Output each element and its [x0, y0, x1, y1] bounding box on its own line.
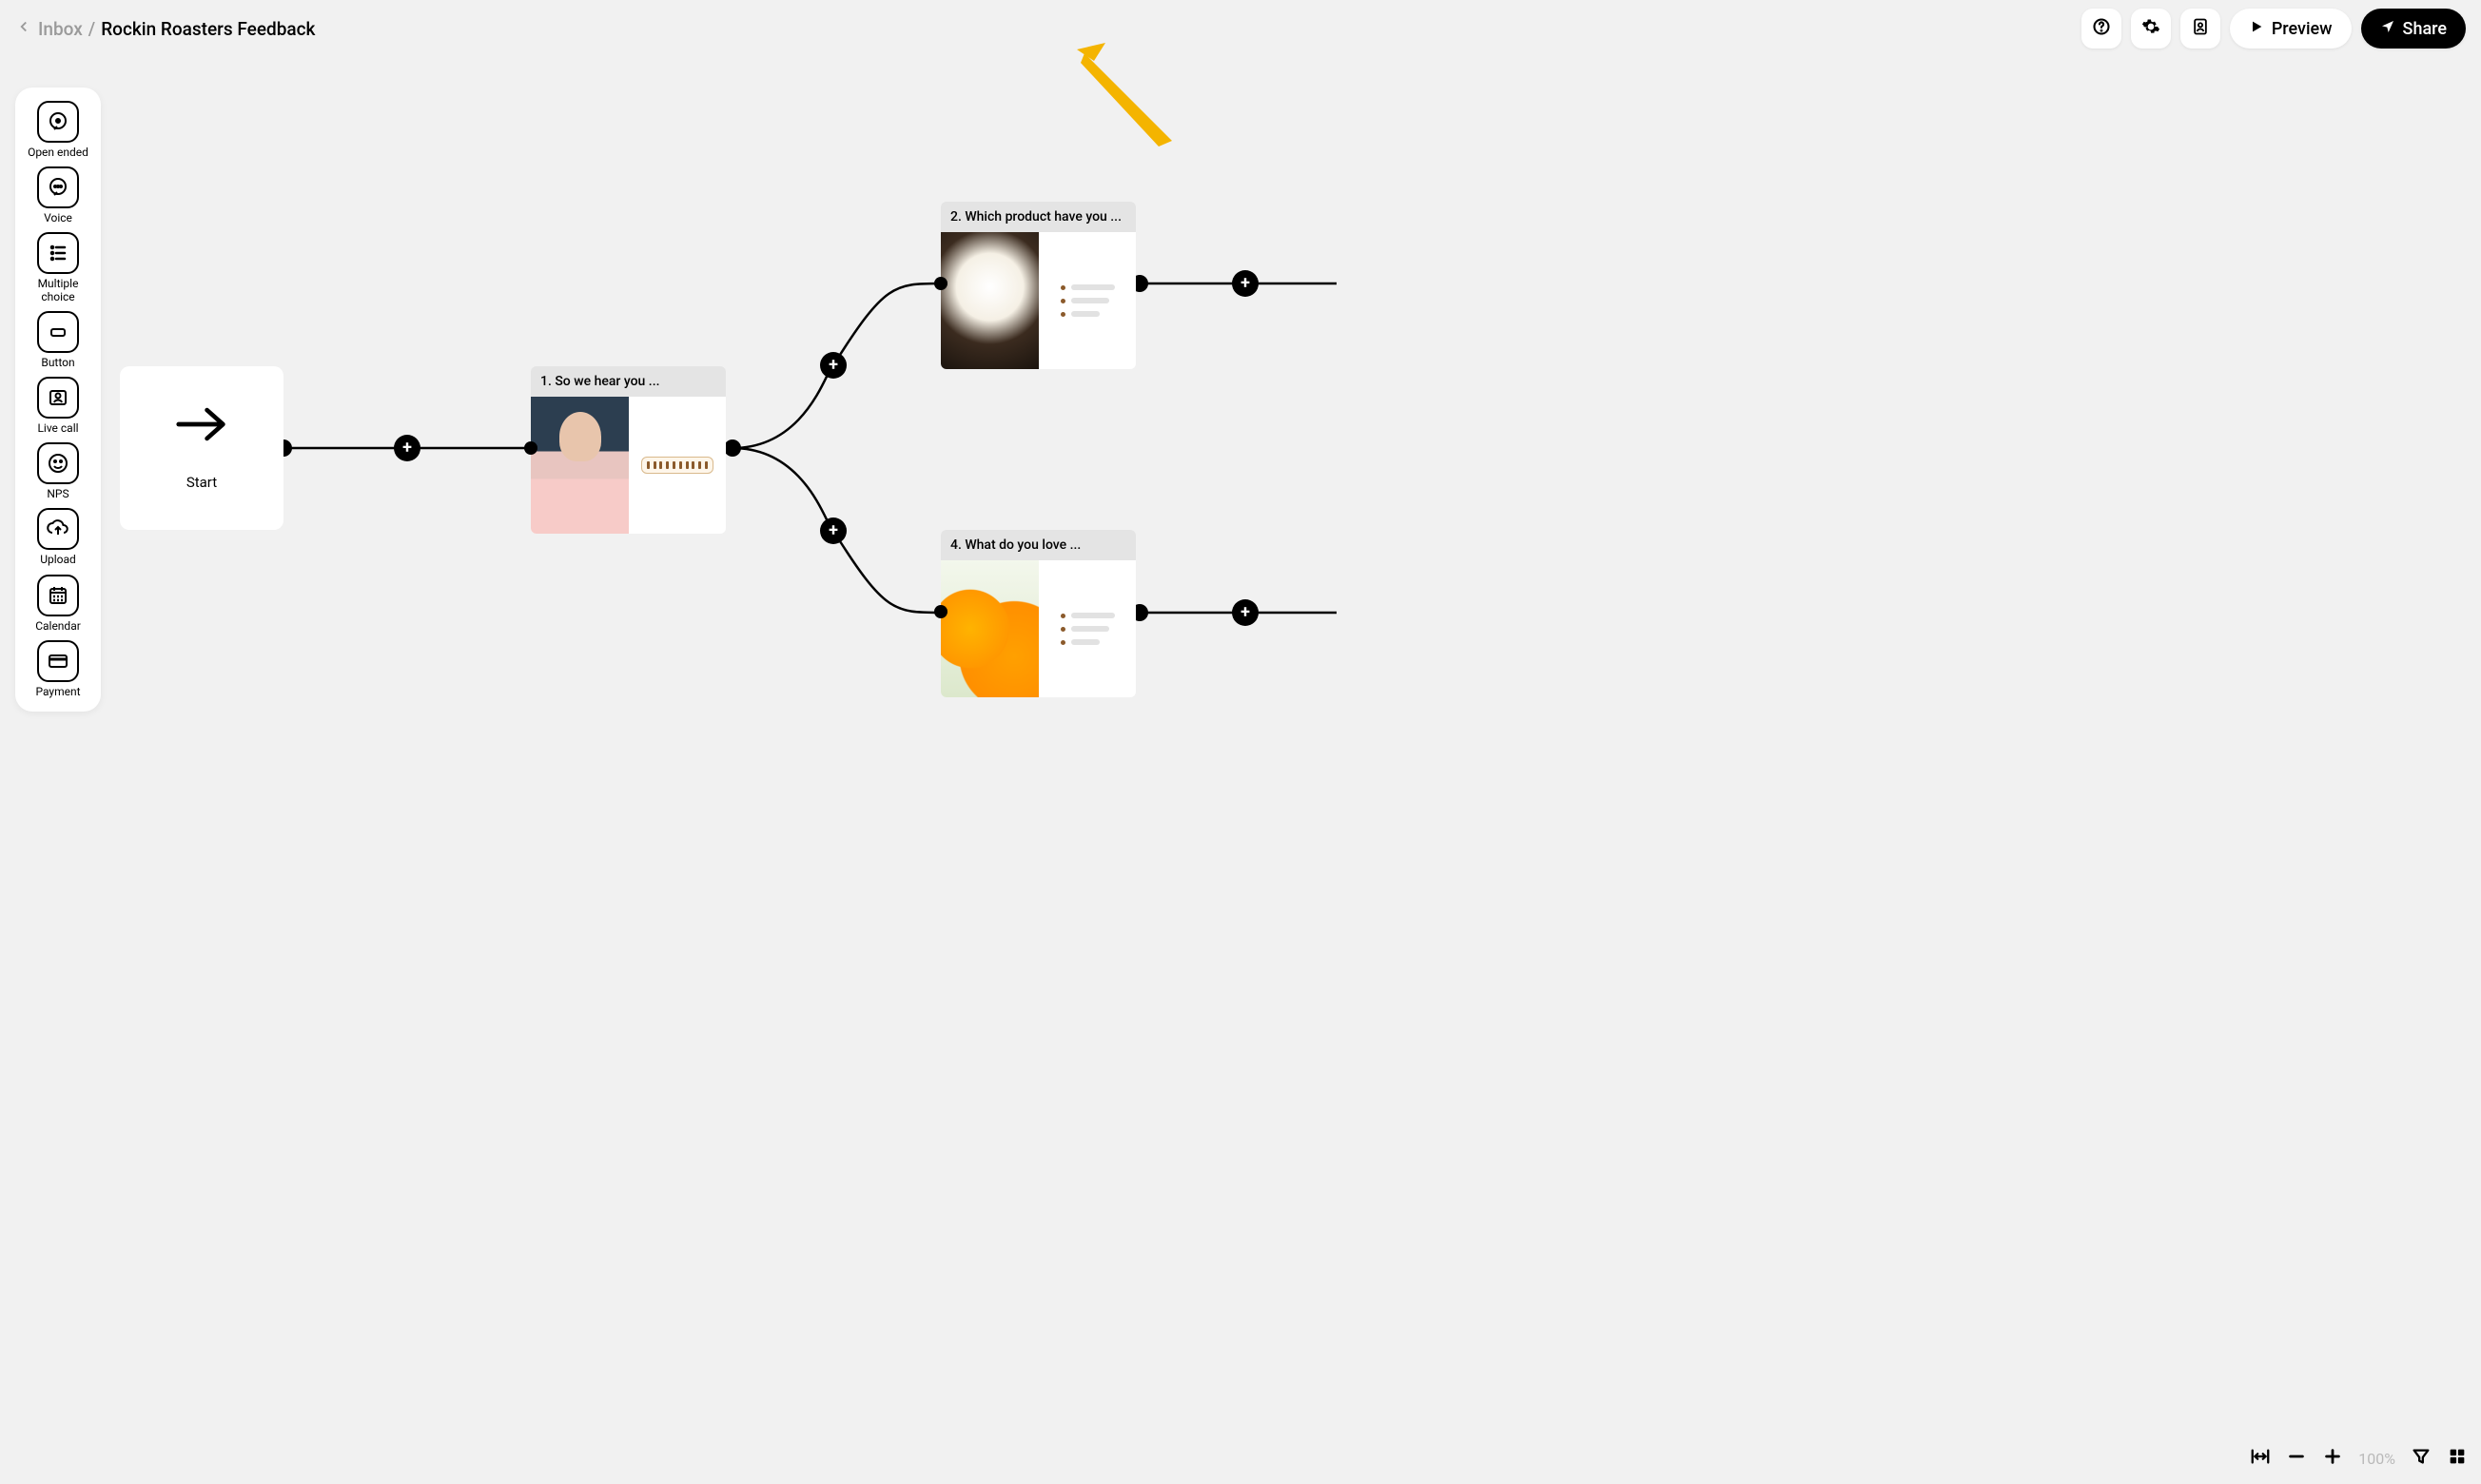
node-1[interactable]: 1. So we hear you ... — [531, 366, 726, 534]
tool-payment[interactable]: Payment — [35, 640, 80, 698]
button-icon — [37, 311, 79, 353]
page-title: Rockin Roasters Feedback — [101, 18, 315, 40]
settings-button[interactable] — [2131, 9, 2171, 49]
layout-icon — [2447, 1446, 2468, 1471]
node-1-body — [531, 397, 726, 534]
calendar-icon — [37, 575, 79, 616]
zoom-level: 100% — [2358, 1450, 2395, 1468]
gear-icon — [2141, 17, 2160, 40]
start-label: Start — [186, 474, 217, 491]
zoom-out-button[interactable] — [2286, 1446, 2307, 1471]
tool-label: Button — [41, 357, 74, 369]
fit-width-button[interactable] — [2250, 1446, 2271, 1471]
list-icon — [1061, 613, 1115, 645]
tool-voice[interactable]: Voice — [37, 166, 79, 225]
node-2-title: 2. Which product have you ... — [941, 202, 1136, 232]
minus-icon — [2286, 1446, 2307, 1471]
tool-label: Live call — [37, 422, 78, 435]
upload-icon — [37, 508, 79, 550]
nps-icon — [37, 442, 79, 484]
contact-button[interactable] — [2180, 9, 2220, 49]
tool-label: Open ended — [28, 146, 88, 159]
list-icon — [1061, 284, 1115, 317]
svg-text:+: + — [1240, 273, 1250, 293]
live-call-icon — [37, 377, 79, 419]
node-2-body — [941, 232, 1136, 369]
preview-button[interactable]: Preview — [2230, 9, 2352, 49]
node-2-widget — [1039, 232, 1136, 369]
back-icon[interactable] — [15, 18, 32, 40]
layout-button[interactable] — [2447, 1446, 2468, 1471]
tool-label: Voice — [44, 212, 72, 225]
open-ended-icon — [37, 101, 79, 143]
node-1-input-port[interactable] — [524, 441, 537, 455]
header: Inbox / Rockin Roasters Feedback Preview — [0, 0, 2481, 57]
node-2[interactable]: 2. Which product have you ... — [941, 202, 1136, 369]
filter-button[interactable] — [2411, 1446, 2432, 1471]
help-button[interactable] — [2081, 9, 2121, 49]
svg-text:+: + — [829, 520, 838, 540]
node-4-input-port[interactable] — [934, 605, 947, 618]
tool-nps[interactable]: NPS — [37, 442, 79, 500]
node-4-thumbnail — [941, 560, 1039, 697]
fit-width-icon — [2250, 1446, 2271, 1471]
send-icon — [2380, 19, 2395, 39]
start-node[interactable]: Start — [120, 366, 283, 530]
tool-open-ended[interactable]: Open ended — [28, 101, 88, 159]
preview-label: Preview — [2272, 19, 2333, 39]
header-actions: Preview Share — [2081, 9, 2466, 49]
share-label: Share — [2403, 19, 2447, 39]
node-1-widget — [629, 397, 726, 534]
multiple-choice-icon — [37, 232, 79, 274]
svg-text:+: + — [402, 438, 412, 458]
breadcrumb: Inbox / Rockin Roasters Feedback — [15, 18, 315, 40]
tool-label: Calendar — [35, 620, 81, 633]
node-2-input-port[interactable] — [934, 277, 947, 290]
play-icon — [2249, 19, 2264, 39]
breadcrumb-slash: / — [88, 18, 95, 40]
start-arrow-icon — [175, 405, 228, 447]
filter-icon — [2411, 1446, 2432, 1471]
tool-label: Multiple choice — [21, 278, 95, 303]
node-4-body — [941, 560, 1136, 697]
tool-live-call[interactable]: Live call — [37, 377, 79, 435]
payment-icon — [37, 640, 79, 682]
canvas[interactable]: + + + + + Start 1. So we hear you ... — [0, 0, 2481, 1484]
svg-text:+: + — [1240, 602, 1250, 622]
tool-calendar[interactable]: Calendar — [35, 575, 81, 633]
node-1-title: 1. So we hear you ... — [531, 366, 726, 397]
node-2-thumbnail — [941, 232, 1039, 369]
node-1-thumbnail — [531, 397, 629, 534]
node-4-title: 4. What do you love ... — [941, 530, 1136, 560]
help-icon — [2092, 17, 2111, 40]
edges-layer: + + + + + — [0, 0, 2481, 1484]
node-4[interactable]: 4. What do you love ... — [941, 530, 1136, 697]
zoom-in-button[interactable] — [2322, 1446, 2343, 1471]
contact-icon — [2191, 17, 2210, 40]
tool-label: NPS — [47, 488, 68, 500]
breadcrumb-inbox[interactable]: Inbox — [38, 18, 83, 40]
tool-button[interactable]: Button — [37, 311, 79, 369]
svg-text:+: + — [829, 355, 838, 375]
plus-icon — [2322, 1446, 2343, 1471]
bottom-controls: 100% — [2250, 1446, 2468, 1471]
tool-multiple-choice[interactable]: Multiple choice — [21, 232, 95, 303]
tool-label: Payment — [35, 686, 80, 698]
voice-icon — [37, 166, 79, 208]
toolbox: Open ended Voice Multiple choice Button … — [15, 88, 101, 712]
node-4-widget — [1039, 560, 1136, 697]
tool-label: Upload — [40, 554, 76, 566]
nps-scale-icon — [641, 457, 713, 474]
share-button[interactable]: Share — [2361, 9, 2466, 49]
tool-upload[interactable]: Upload — [37, 508, 79, 566]
